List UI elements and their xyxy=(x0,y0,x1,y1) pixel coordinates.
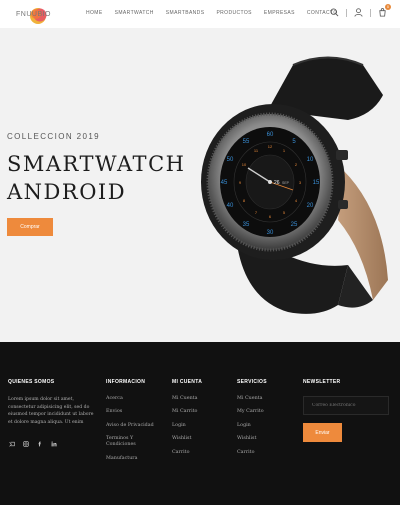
smartwatch-image: 60 5 10 15 20 25 30 35 40 45 50 55 123 4… xyxy=(201,56,388,314)
footer-about-heading: QUIENES SOMOS xyxy=(8,379,55,385)
twitter-icon[interactable] xyxy=(9,441,15,447)
newsletter-submit-button[interactable]: Enviar xyxy=(303,423,342,442)
footer-services: SERVICIOS Mi Cuenta My Carrito Login Wis… xyxy=(237,379,267,463)
divider xyxy=(370,8,371,17)
footer-link-terminos[interactable]: Terminos Y Condiciones xyxy=(106,436,156,448)
watch-date-day: 26 xyxy=(274,180,280,186)
footer-account: MI CUENTA Mi Cuenta Mi Carrito Login Wis… xyxy=(172,379,202,463)
svg-text:10: 10 xyxy=(307,157,314,163)
hero-title-line2: ANDROID xyxy=(7,180,127,204)
hero-banner: COLLECCION 2019 SMARTWATCH ANDROID Compr… xyxy=(0,28,400,342)
svg-text:60: 60 xyxy=(267,132,274,138)
footer-newsletter: NEWSLETTER xyxy=(303,379,340,396)
logo[interactable]: FNUUBIO xyxy=(10,5,58,25)
svg-text:30: 30 xyxy=(267,230,274,236)
linkedin-icon[interactable] xyxy=(51,441,57,447)
footer-link-svc-login[interactable]: Login xyxy=(237,423,267,429)
footer-link-login[interactable]: Login xyxy=(172,423,202,429)
svg-text:15: 15 xyxy=(313,180,320,186)
footer-about-text: Lorem ipsum dolor sit amet, consectetur … xyxy=(8,397,94,425)
footer-link-manufactura[interactable]: Manufactura xyxy=(106,456,156,462)
footer-link-svc-carrito[interactable]: Carrito xyxy=(237,450,267,456)
nav-smartwatch[interactable]: SMARTWATCH xyxy=(115,10,154,16)
footer-link-envios[interactable]: Envios xyxy=(106,409,156,415)
site-footer: QUIENES SOMOS Lorem ipsum dolor sit amet… xyxy=(0,342,400,505)
footer-link-privacidad[interactable]: Aviso de Privacidad xyxy=(106,423,156,429)
footer-services-heading: SERVICIOS xyxy=(237,379,267,385)
svg-text:25: 25 xyxy=(291,222,298,228)
footer-link-mi-carrito[interactable]: Mi Carrito xyxy=(172,409,202,415)
footer-info-heading: INFORMACION xyxy=(106,379,146,385)
hero-title-line1: SMARTWATCH xyxy=(7,152,186,176)
svg-text:35: 35 xyxy=(243,222,250,228)
footer-link-svc-mi-cuenta[interactable]: Mi Cuenta xyxy=(237,396,267,402)
watch-date-month: SEP xyxy=(282,181,290,185)
divider xyxy=(346,8,347,17)
site-header: FNUUBIO HOME SMARTWATCH SMARTBANDS PRODU… xyxy=(0,0,400,28)
nav-smartbands[interactable]: SMARTBANDS xyxy=(166,10,205,16)
hero-collection-label: COLLECCION 2019 xyxy=(7,132,101,141)
cart-count-badge: 0 xyxy=(385,4,391,10)
social-links xyxy=(9,441,57,447)
footer-link-svc-wishlist[interactable]: Wishlist xyxy=(237,436,267,442)
footer-info: INFORMACION Acerca Envios Aviso de Priva… xyxy=(106,379,156,469)
hero-title: SMARTWATCH ANDROID xyxy=(7,150,185,206)
footer-about: QUIENES SOMOS Lorem ipsum dolor sit amet… xyxy=(8,379,96,426)
svg-text:50: 50 xyxy=(227,157,234,163)
svg-text:45: 45 xyxy=(221,180,228,186)
facebook-icon[interactable] xyxy=(37,441,43,447)
footer-account-heading: MI CUENTA xyxy=(172,379,203,385)
search-icon[interactable] xyxy=(329,7,340,18)
newsletter-email-field[interactable] xyxy=(303,396,389,415)
logo-text: FNUUBIO xyxy=(16,11,51,18)
footer-link-mi-cuenta[interactable]: Mi Cuenta xyxy=(172,396,202,402)
svg-text:20: 20 xyxy=(307,203,314,209)
svg-text:55: 55 xyxy=(243,139,250,145)
user-icon[interactable] xyxy=(353,7,364,18)
svg-text:40: 40 xyxy=(227,203,234,209)
nav-productos[interactable]: PRODUCTOS xyxy=(216,10,251,16)
footer-newsletter-heading: NEWSLETTER xyxy=(303,379,341,385)
svg-text:12: 12 xyxy=(268,144,273,149)
footer-link-acerca[interactable]: Acerca xyxy=(106,396,156,402)
footer-link-carrito[interactable]: Carrito xyxy=(172,450,202,456)
nav-home[interactable]: HOME xyxy=(86,10,103,16)
instagram-icon[interactable] xyxy=(23,441,29,447)
cart-icon[interactable]: 0 xyxy=(377,4,391,18)
nav-empresas[interactable]: EMPRESAS xyxy=(264,10,295,16)
footer-link-wishlist[interactable]: Wishlist xyxy=(172,436,202,442)
svg-text:10: 10 xyxy=(242,162,247,167)
header-actions: 0 xyxy=(329,4,391,18)
footer-link-svc-my-carrito[interactable]: My Carrito xyxy=(237,409,267,415)
main-nav: HOME SMARTWATCH SMARTBANDS PRODUCTOS EMP… xyxy=(86,10,338,16)
buy-button[interactable]: Comprar xyxy=(7,218,53,236)
